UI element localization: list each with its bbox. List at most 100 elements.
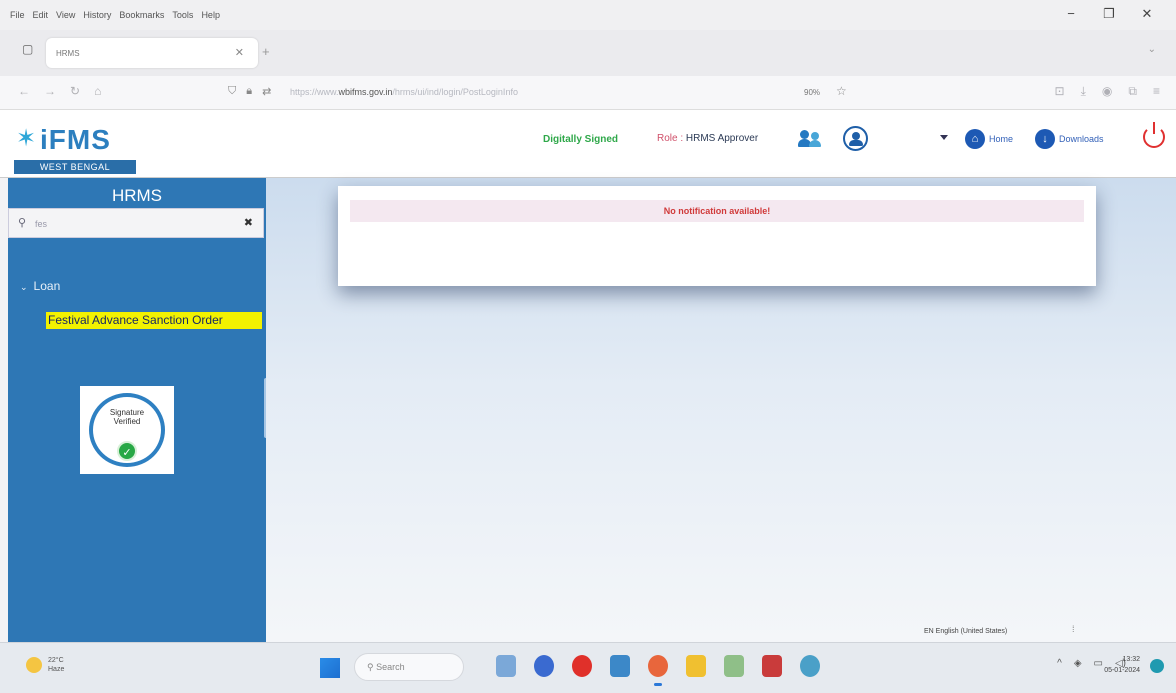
menu-edit[interactable]: Edit xyxy=(33,10,49,20)
app-settings-icon[interactable] xyxy=(800,655,820,677)
menu-search-input[interactable] xyxy=(35,211,225,237)
menu-help[interactable]: Help xyxy=(201,10,220,20)
back-icon[interactable]: ← xyxy=(18,84,30,98)
app-store-icon[interactable] xyxy=(610,655,630,677)
home-label: Home xyxy=(989,134,1014,144)
close-tab-icon[interactable]: ✕ xyxy=(235,46,244,59)
menu-tools[interactable]: Tools xyxy=(172,10,193,20)
screen: File Edit View History Bookmarks Tools H… xyxy=(0,0,1176,693)
home-browser-icon[interactable]: ⌂ xyxy=(94,84,101,98)
tab-title: HRMS xyxy=(56,48,80,58)
signature-verified-badge: Signature Verified ✓ xyxy=(80,386,174,474)
role-label: Role : xyxy=(657,133,684,144)
menu-file[interactable]: File xyxy=(10,10,25,20)
tab-overview-icon[interactable]: ▢ xyxy=(22,42,33,56)
signature-text: Signature Verified xyxy=(80,408,174,426)
menu-history[interactable]: History xyxy=(83,10,111,20)
start-windows-icon[interactable] xyxy=(320,658,340,678)
lock-icon[interactable]: 🔒︎ xyxy=(246,85,252,98)
app-firefox-icon[interactable] xyxy=(648,655,668,686)
taskbar: 22°C Haze ⚲ Search ^ ◈ ▭ ◁) 13:32 05-01-… xyxy=(0,642,1176,693)
address-icons: ⛉ 🔒︎ ⇄ xyxy=(228,85,271,98)
weather-condition: Haze xyxy=(48,666,65,673)
digitally-signed-label: Digitally Signed xyxy=(543,134,619,145)
permissions-icon[interactable]: ⇄ xyxy=(262,85,271,98)
app-chart-icon[interactable] xyxy=(496,655,516,677)
ifms-logo[interactable]: ✶ iFMS WEST BENGAL xyxy=(12,120,136,176)
downloads-label: Downloads xyxy=(1059,134,1104,144)
clock[interactable]: 13:32 05-01-2024 xyxy=(1104,654,1140,676)
user-avatar-icon[interactable] xyxy=(843,126,868,151)
taskbar-apps xyxy=(496,655,820,686)
chevron-up-icon[interactable]: ^ xyxy=(1057,658,1062,669)
caret-down-icon[interactable] xyxy=(940,135,948,140)
hamburger-menu-icon[interactable]: ≡ xyxy=(1153,84,1160,99)
logout-power-icon[interactable] xyxy=(1143,122,1165,148)
network-icon[interactable]: ▭ xyxy=(1094,658,1103,669)
logo-subtitle: WEST BENGAL xyxy=(14,160,136,174)
weather-sun-icon xyxy=(26,657,42,673)
clock-date: 05-01-2024 xyxy=(1104,667,1140,674)
check-icon: ✓ xyxy=(117,441,137,461)
weather-widget[interactable]: 22°C Haze xyxy=(26,656,64,674)
downloads-button[interactable]: ↓ Downloads xyxy=(1035,129,1104,149)
forward-icon[interactable]: → xyxy=(44,84,56,98)
home-icon: ⌂ xyxy=(965,129,985,149)
notification-center-icon[interactable] xyxy=(1150,659,1164,673)
app-chat-icon[interactable] xyxy=(534,655,554,677)
app-header: ✶ iFMS WEST BENGAL Digitally Signed Role… xyxy=(0,110,1176,178)
notification-panel: No notification available! xyxy=(338,186,1096,286)
bookmark-star-icon[interactable]: ☆ xyxy=(836,84,847,98)
role-value: HRMS Approver xyxy=(685,133,759,144)
toolbar-right: ⊡ ⤓ ◉ ⧉ ≡ xyxy=(1055,84,1160,99)
logo-text: iFMS xyxy=(40,124,111,155)
download-icon[interactable]: ⤓ xyxy=(1081,84,1086,99)
language-indicator[interactable]: EN English (United States) xyxy=(924,628,1007,635)
close-window-button[interactable]: ✕ xyxy=(1128,6,1166,22)
tab-strip: ▢ HRMS ✕ + ⌄ xyxy=(0,30,1176,76)
festival-advance-sanction-order-link[interactable]: Festival Advance Sanction Order xyxy=(46,312,262,329)
app-photo-icon[interactable] xyxy=(724,655,744,677)
nav-buttons: ← → ↻ ⌂ xyxy=(18,84,101,98)
sidebar-search: ⚲ ✖ xyxy=(8,208,264,238)
logo-star-icon: ✶ xyxy=(16,125,37,152)
app-opera-icon[interactable] xyxy=(572,655,592,677)
menu-list: File Edit View History Bookmarks Tools H… xyxy=(0,10,220,20)
minimize-button[interactable]: − xyxy=(1052,6,1090,22)
restore-button[interactable]: ❐ xyxy=(1090,6,1128,22)
pocket-icon[interactable]: ⊡ xyxy=(1055,84,1065,99)
menu-bookmarks[interactable]: Bookmarks xyxy=(119,10,164,20)
navigation-bar: ← → ↻ ⌂ ⛉ 🔒︎ ⇄ https://www.wbifms.gov.in… xyxy=(0,76,1176,110)
browser-menu-bar: File Edit View History Bookmarks Tools H… xyxy=(0,0,1176,30)
home-button[interactable]: ⌂ Home xyxy=(965,129,1013,149)
list-tabs-icon[interactable]: ⌄ xyxy=(1148,44,1156,55)
app-folder-icon[interactable] xyxy=(686,655,706,677)
temperature: 22°C xyxy=(48,657,64,664)
reload-icon[interactable]: ↻ xyxy=(70,84,80,98)
taskbar-search[interactable]: ⚲ Search xyxy=(354,653,464,681)
account-icon[interactable]: ◉ xyxy=(1102,84,1112,99)
chevron-down-icon: ⌄ xyxy=(20,282,28,292)
tracking-shield-icon[interactable]: ⛉ xyxy=(228,85,236,98)
sidebar-group-loan[interactable]: ⌄ Loan xyxy=(20,279,60,293)
window-controls: − ❐ ✕ xyxy=(1052,6,1166,22)
app-pdf-icon[interactable] xyxy=(762,655,782,677)
loan-label: Loan xyxy=(33,279,61,293)
switch-role-icon[interactable] xyxy=(798,130,822,148)
url-bar[interactable]: https://www.wbifms.gov.in/hrms/ui/ind/lo… xyxy=(290,87,518,97)
url-domain: wbifms.gov.in xyxy=(338,87,393,97)
zoom-level[interactable]: 90% xyxy=(804,88,820,97)
antivirus-icon[interactable]: ◈ xyxy=(1074,658,1082,669)
extensions-icon[interactable]: ⧉ xyxy=(1128,84,1137,99)
clear-search-icon[interactable]: ✖ xyxy=(244,216,253,229)
menu-view[interactable]: View xyxy=(56,10,75,20)
role-info: Role : HRMS Approver xyxy=(657,133,758,144)
tab-hrms[interactable]: HRMS ✕ xyxy=(46,38,258,68)
search-icon: ⚲ xyxy=(18,217,27,229)
signature-text-line1: Signature xyxy=(109,408,145,417)
taskbar-search-label: Search xyxy=(376,662,405,672)
main-content: No notification available! EN English (U… xyxy=(266,178,1176,642)
clock-time: 13:32 xyxy=(1122,656,1140,663)
sidebar-title: HRMS xyxy=(111,186,163,205)
new-tab-icon[interactable]: + xyxy=(262,44,270,59)
